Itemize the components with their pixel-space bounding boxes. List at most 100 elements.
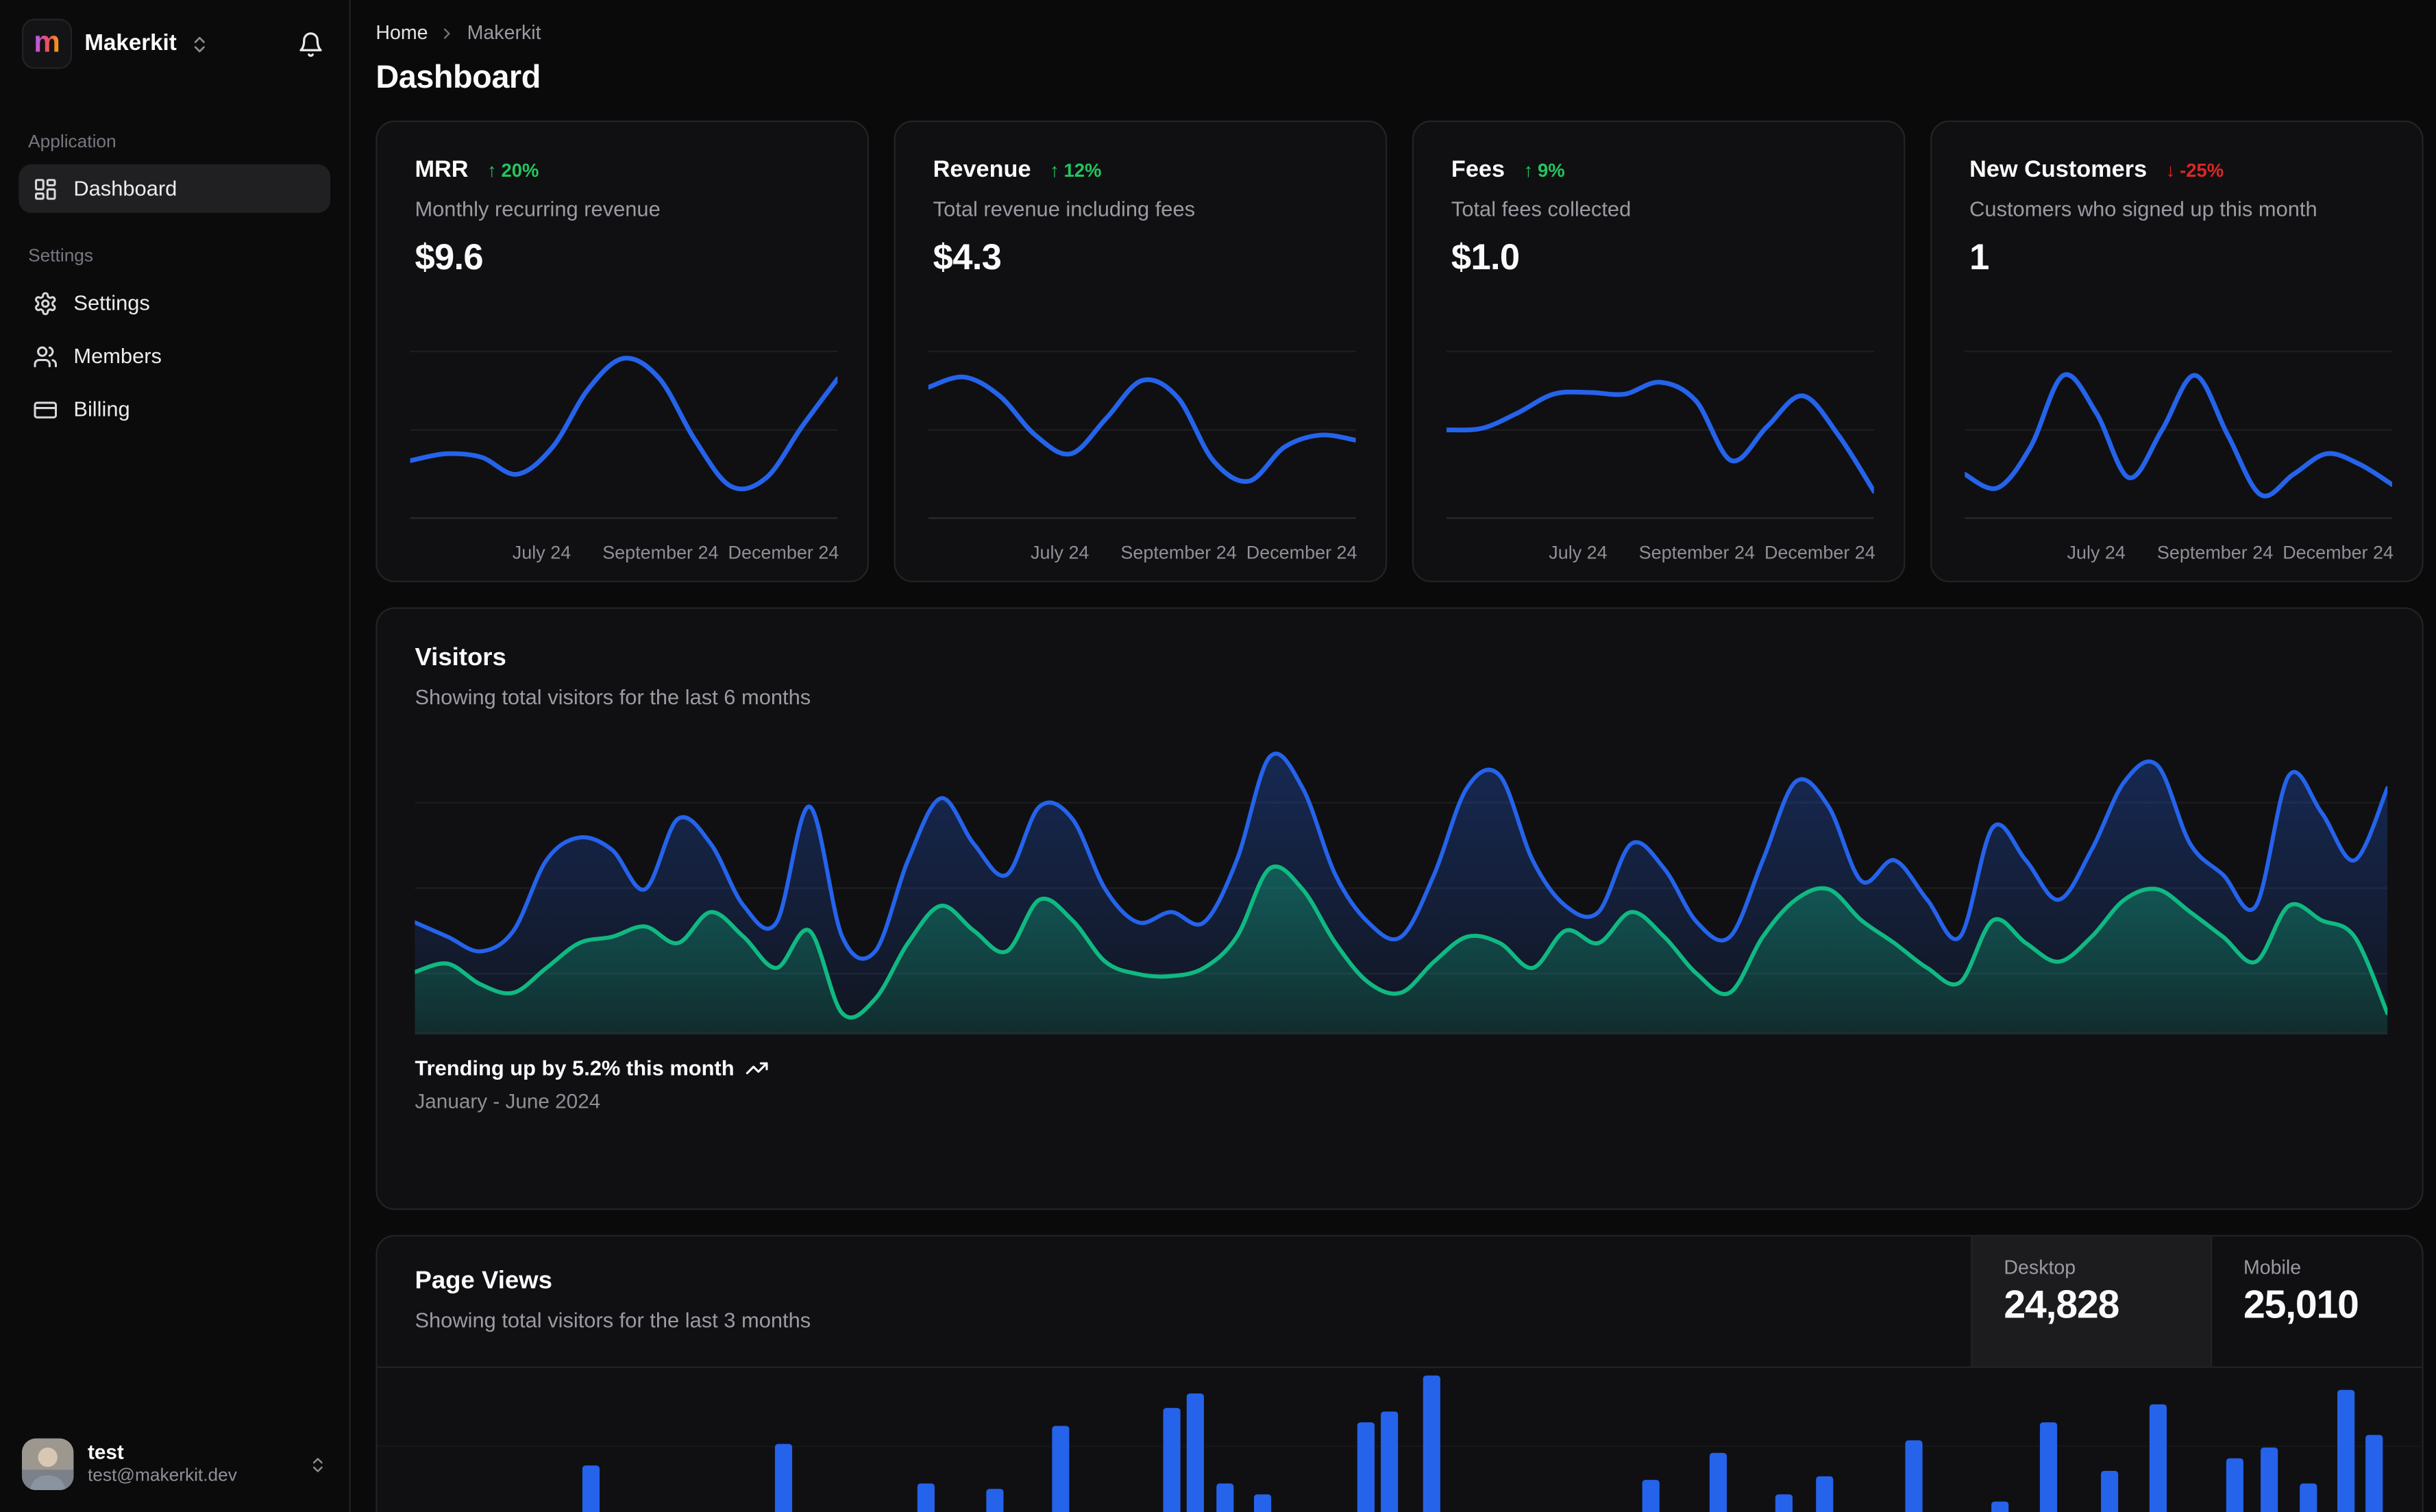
sidebar: m Makerkit Application Dashboard Setting… bbox=[0, 0, 351, 1512]
x-tick: July 24 bbox=[1549, 541, 1608, 564]
tab-mobile[interactable]: Mobile 25,010 bbox=[2210, 1236, 2422, 1367]
visitors-footer: Trending up by 5.2% this month bbox=[415, 1056, 2384, 1080]
sparkline-chart bbox=[928, 334, 1356, 528]
page-views-header: Page Views Showing total visitors for th… bbox=[377, 1236, 2422, 1368]
page-views-card: Page Views Showing total visitors for th… bbox=[376, 1235, 2424, 1512]
x-tick: December 24 bbox=[728, 541, 839, 564]
stat-subtitle: Monthly recurring revenue bbox=[415, 197, 661, 221]
sidebar-item-dashboard[interactable]: Dashboard bbox=[19, 164, 331, 213]
sparkline-x-axis: July 24 September 24 December 24 bbox=[1965, 541, 2394, 567]
page-title: Dashboard bbox=[376, 59, 541, 96]
user-meta: test test@makerkit.dev bbox=[88, 1440, 237, 1488]
sparkline-chart bbox=[1447, 334, 1874, 528]
stat-value: $9.6 bbox=[415, 236, 484, 277]
x-tick: July 24 bbox=[2067, 541, 2126, 564]
breadcrumb-current: Makerkit bbox=[467, 21, 541, 44]
stat-delta-badge: ↓ -25% bbox=[2165, 158, 2224, 181]
stat-value: $1.0 bbox=[1451, 236, 1520, 277]
x-tick: December 24 bbox=[1246, 541, 1357, 564]
tab-label: Desktop bbox=[2004, 1256, 2076, 1279]
sparkline-x-axis: July 24 September 24 December 24 bbox=[410, 541, 839, 567]
main-content: Home Makerkit Dashboard MRR ↑ 20% Monthly… bbox=[351, 0, 2436, 1512]
stat-card-new-customers: New Customers ↓ -25% Customers who signed… bbox=[1930, 120, 2424, 582]
sparkline-x-axis: July 24 September 24 December 24 bbox=[928, 541, 1357, 567]
makerkit-logo: m bbox=[21, 18, 73, 69]
sidebar-header: m Makerkit bbox=[19, 16, 330, 72]
arrow-up-icon: ↑ bbox=[487, 158, 497, 181]
sidebar-item-billing[interactable]: Billing bbox=[19, 385, 330, 434]
avatar bbox=[21, 1438, 74, 1491]
page-views-bar-chart bbox=[377, 1375, 2422, 1512]
chevrons-up-down-icon bbox=[189, 34, 210, 54]
gear-icon bbox=[33, 290, 58, 316]
tab-value: 24,828 bbox=[2004, 1283, 2119, 1328]
trending-up-icon bbox=[746, 1056, 769, 1080]
stat-card-fees: Fees ↑ 9% Total fees collected $1.0 July … bbox=[1412, 120, 1906, 582]
x-tick: September 24 bbox=[602, 541, 719, 564]
breadcrumb-home-link[interactable]: Home bbox=[376, 22, 428, 44]
layout-dashboard-icon bbox=[33, 176, 58, 201]
stat-subtitle: Customers who signed up this month bbox=[1969, 197, 2317, 221]
sidebar-item-label: Dashboard bbox=[73, 177, 177, 201]
team-name: Makerkit bbox=[84, 31, 177, 57]
visitors-card: Visitors Showing total visitors for the … bbox=[376, 607, 2424, 1211]
sidebar-nav-settings: Settings Members Billing bbox=[19, 279, 330, 434]
page-views-title: Page Views bbox=[415, 1267, 552, 1295]
tab-desktop[interactable]: Desktop 24,828 bbox=[1971, 1236, 2211, 1367]
page-views-titles: Page Views Showing total visitors for th… bbox=[378, 1237, 1971, 1367]
x-tick: September 24 bbox=[1120, 541, 1237, 564]
visitors-subtitle: Showing total visitors for the last 6 mo… bbox=[415, 685, 811, 709]
stat-title: New Customers bbox=[1969, 156, 2148, 184]
stat-subtitle: Total fees collected bbox=[1451, 197, 1632, 221]
section-label-settings: Settings bbox=[28, 247, 94, 267]
sparkline-chart bbox=[1965, 334, 2393, 528]
sidebar-item-label: Billing bbox=[73, 397, 130, 421]
x-tick: July 24 bbox=[1031, 541, 1090, 564]
x-tick: December 24 bbox=[1764, 541, 1875, 564]
stat-delta-badge: ↑ 20% bbox=[487, 158, 539, 181]
users-icon bbox=[33, 343, 58, 369]
arrow-up-icon: ↑ bbox=[1523, 158, 1534, 181]
user-menu[interactable]: test test@makerkit.dev bbox=[19, 1432, 330, 1496]
arrow-up-icon: ↑ bbox=[1049, 158, 1059, 181]
notifications-bell-icon[interactable] bbox=[291, 24, 330, 63]
breadcrumb: Home Makerkit bbox=[376, 22, 2423, 44]
stat-card-revenue: Revenue ↑ 12% Total revenue including fee… bbox=[894, 120, 1388, 582]
visitors-range: January - June 2024 bbox=[415, 1089, 601, 1113]
stat-delta-badge: ↑ 12% bbox=[1049, 158, 1102, 181]
chevrons-up-down-icon bbox=[308, 1455, 327, 1474]
x-tick: September 24 bbox=[2156, 541, 2274, 564]
stat-title: MRR bbox=[415, 156, 469, 184]
app-window: m Makerkit Application Dashboard Setting… bbox=[0, 0, 2436, 1512]
user-name: test bbox=[87, 1440, 124, 1464]
chevron-right-icon bbox=[439, 24, 456, 41]
arrow-down-icon: ↓ bbox=[2165, 158, 2176, 181]
tab-value: 25,010 bbox=[2243, 1283, 2359, 1328]
page-views-tabs: Desktop 24,828 Mobile 25,010 bbox=[1971, 1236, 2422, 1367]
sidebar-item-members[interactable]: Members bbox=[19, 332, 330, 380]
visitors-area-chart bbox=[415, 752, 2388, 1035]
x-tick: December 24 bbox=[2283, 541, 2394, 564]
sidebar-item-label: Settings bbox=[73, 290, 150, 315]
sidebar-nav-application: Dashboard bbox=[19, 164, 331, 213]
stat-cards-row: MRR ↑ 20% Monthly recurring revenue $9.6 … bbox=[376, 120, 2424, 582]
section-label-application: Application bbox=[28, 133, 116, 152]
stat-card-mrr: MRR ↑ 20% Monthly recurring revenue $9.6 … bbox=[376, 120, 870, 582]
visitors-trend-text: Trending up by 5.2% this month bbox=[415, 1056, 735, 1080]
stat-title: Fees bbox=[1451, 156, 1505, 184]
visitors-title: Visitors bbox=[415, 645, 506, 672]
stat-title: Revenue bbox=[933, 156, 1031, 184]
sidebar-item-settings[interactable]: Settings bbox=[19, 279, 330, 327]
credit-card-icon bbox=[33, 397, 58, 422]
x-tick: September 24 bbox=[1638, 541, 1755, 564]
sparkline-chart bbox=[410, 334, 838, 528]
tab-label: Mobile bbox=[2243, 1256, 2302, 1279]
user-email: test@makerkit.dev bbox=[87, 1467, 237, 1487]
team-switcher[interactable]: m Makerkit bbox=[19, 16, 278, 72]
page-views-subtitle: Showing total visitors for the last 3 mo… bbox=[415, 1309, 811, 1333]
stat-delta-badge: ↑ 9% bbox=[1523, 158, 1565, 181]
stat-value: 1 bbox=[1969, 236, 1989, 277]
sidebar-item-label: Members bbox=[73, 344, 162, 368]
stat-value: $4.3 bbox=[933, 236, 1002, 277]
stat-subtitle: Total revenue including fees bbox=[933, 197, 1196, 221]
